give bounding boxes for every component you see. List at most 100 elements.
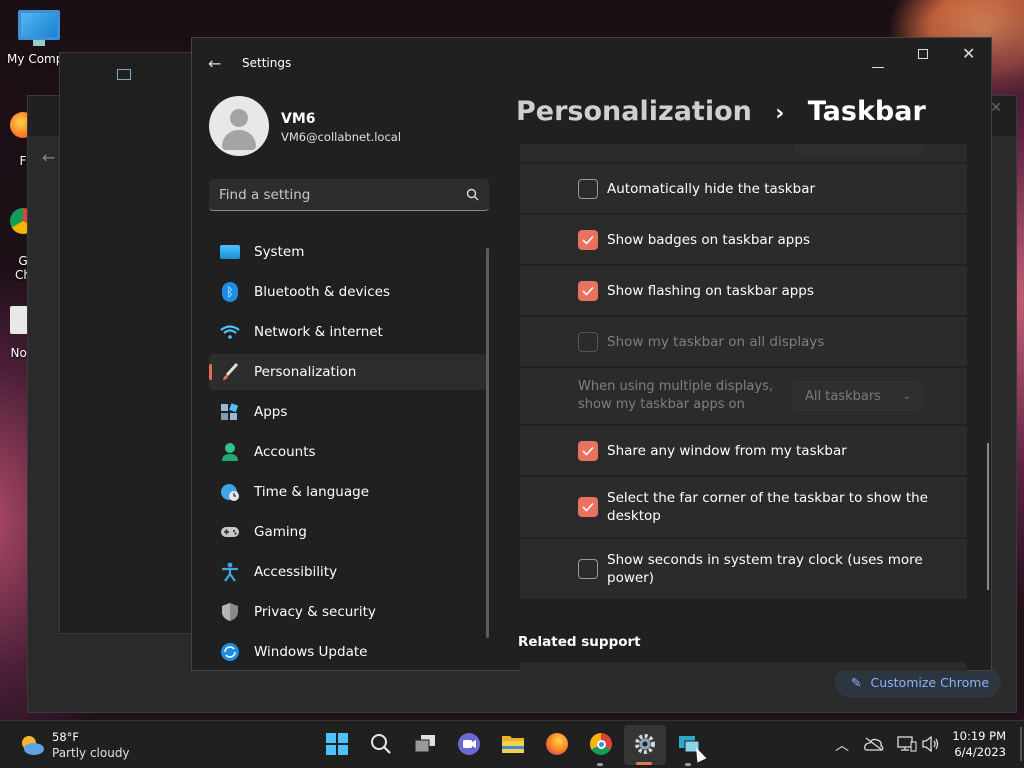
user-name: VM6	[281, 111, 316, 127]
account-icon	[219, 442, 241, 462]
breadcrumb: Personalization › Taskbar	[516, 96, 926, 127]
show-badges-checkbox[interactable]	[578, 229, 598, 250]
related-support-card[interactable]	[520, 662, 967, 671]
all-displays-checkbox[interactable]	[578, 331, 598, 352]
setting-label-line1: Show seconds in system tray clock (uses …	[607, 552, 923, 568]
show-desktop-button[interactable]	[1020, 727, 1022, 761]
sidebar-item-label: Time & language	[254, 484, 370, 500]
update-icon	[219, 642, 241, 662]
check-icon	[582, 286, 594, 296]
chrome-button[interactable]	[588, 731, 614, 757]
sidebar-item-network[interactable]: Network & internet	[209, 314, 489, 350]
clock-date: 6/4/2023	[954, 745, 1006, 759]
window-title: Settings	[242, 56, 292, 70]
task-view-icon	[414, 735, 435, 753]
setting-all-displays[interactable]: Show my taskbar on all displays	[520, 317, 967, 366]
content-scrollbar[interactable]	[987, 443, 989, 590]
sidebar-item-accounts[interactable]: Accounts	[209, 434, 489, 470]
sidebar-item-windows-update[interactable]: Windows Update	[209, 634, 489, 670]
setting-label-line2: desktop	[607, 508, 661, 524]
taskbar-apps-dropdown[interactable]: All taskbars ⌄	[793, 381, 923, 411]
gamepad-icon	[219, 522, 241, 542]
avatar[interactable]	[209, 96, 269, 156]
chat-icon	[458, 733, 480, 755]
mouse-cursor-icon	[691, 745, 707, 763]
background-window[interactable]	[59, 52, 199, 634]
setting-label-line1: Select the far corner of the taskbar to …	[607, 490, 928, 506]
clock[interactable]: 10:19 PM 6/4/2023	[950, 728, 1006, 760]
chevron-down-icon: ⌄	[902, 390, 911, 402]
search-input[interactable]: Find a setting	[209, 179, 489, 211]
search-button[interactable]	[368, 731, 394, 757]
setting-label: When using multiple displays, show my ta…	[578, 378, 773, 414]
setting-show-flashing[interactable]: Show flashing on taskbar apps	[520, 266, 967, 315]
auto-hide-checkbox[interactable]	[578, 178, 598, 199]
start-button[interactable]	[324, 731, 350, 757]
far-corner-checkbox[interactable]	[578, 497, 598, 517]
settings-button[interactable]	[632, 731, 658, 757]
show-flashing-checkbox[interactable]	[578, 280, 598, 301]
settings-window: ← Settings ✕ VM6 VM6@collabnet.local Fin…	[191, 37, 992, 671]
sidebar-scrollbar[interactable]	[486, 248, 489, 638]
setting-label: Select the far corner of the taskbar to …	[607, 489, 928, 525]
close-icon[interactable]: ✕	[990, 100, 1002, 116]
weather-widget[interactable]: 58°F Partly cloudy	[18, 729, 130, 761]
show-seconds-checkbox[interactable]	[578, 559, 598, 579]
volume-icon[interactable]	[922, 736, 940, 752]
search-placeholder: Find a setting	[219, 186, 311, 203]
sidebar-item-bluetooth[interactable]: ᛒ Bluetooth & devices	[209, 274, 489, 310]
sidebar-item-apps[interactable]: Apps	[209, 394, 489, 430]
weather-temp: 58°F	[52, 730, 79, 744]
maximize-button[interactable]	[918, 49, 928, 59]
apps-icon	[219, 402, 241, 422]
setting-share-window[interactable]: Share any window from my taskbar	[520, 426, 967, 475]
teams-chat-button[interactable]	[456, 731, 482, 757]
sidebar-item-personalization[interactable]: Personalization	[209, 354, 489, 390]
sidebar-item-label: Windows Update	[254, 644, 368, 660]
sidebar-item-time-language[interactable]: Time & language	[209, 474, 489, 510]
setting-label: Automatically hide the taskbar	[607, 180, 816, 197]
setting-label: Show seconds in system tray clock (uses …	[607, 551, 923, 587]
windows-logo-icon	[326, 733, 348, 755]
close-button[interactable]: ✕	[962, 44, 975, 63]
sidebar-item-gaming[interactable]: Gaming	[209, 514, 489, 550]
settings-running-indicator	[636, 762, 652, 765]
setting-show-badges[interactable]: Show badges on taskbar apps	[520, 215, 967, 264]
file-explorer-button[interactable]	[500, 731, 526, 757]
setting-show-seconds[interactable]: Show seconds in system tray clock (uses …	[520, 539, 967, 599]
share-window-checkbox[interactable]	[578, 440, 598, 461]
sidebar-item-label: Privacy & security	[254, 604, 376, 620]
minimize-button[interactable]	[872, 48, 884, 68]
chrome-icon	[590, 733, 612, 755]
setting-label: Show flashing on taskbar apps	[607, 282, 814, 299]
show-hidden-icons-button[interactable]: ︿	[835, 735, 849, 755]
sidebar-item-label: Apps	[254, 404, 288, 420]
setting-auto-hide[interactable]: Automatically hide the taskbar	[520, 164, 967, 213]
firefox-icon	[546, 733, 568, 755]
breadcrumb-parent[interactable]: Personalization	[516, 96, 752, 127]
setting-label: Show my taskbar on all displays	[607, 333, 825, 350]
back-button[interactable]: ←	[208, 54, 221, 73]
check-icon	[582, 502, 594, 512]
system-icon	[219, 242, 241, 262]
weather-desc: Partly cloudy	[52, 746, 130, 760]
sidebar-item-privacy-security[interactable]: Privacy & security	[209, 594, 489, 630]
back-arrow-icon[interactable]: ←	[42, 148, 55, 167]
sidebar-item-accessibility[interactable]: Accessibility	[209, 554, 489, 590]
task-view-button[interactable]	[412, 731, 438, 757]
page-title: Taskbar	[807, 96, 926, 127]
partly-cloudy-icon	[22, 736, 44, 755]
sidebar-item-label: Network & internet	[254, 324, 383, 340]
sidebar-item-system[interactable]: System	[209, 234, 489, 270]
related-support-heading: Related support	[518, 634, 641, 650]
monitor-icon	[18, 10, 60, 40]
setting-far-corner[interactable]: Select the far corner of the taskbar to …	[520, 477, 967, 537]
setting-label: Share any window from my taskbar	[607, 442, 847, 459]
setting-label: Show badges on taskbar apps	[607, 231, 810, 248]
breadcrumb-separator: ›	[775, 101, 785, 126]
shield-icon	[219, 602, 241, 622]
onedrive-offline-icon[interactable]	[864, 737, 884, 751]
firefox-button[interactable]	[544, 731, 570, 757]
sidebar-item-label: Bluetooth & devices	[254, 284, 391, 300]
network-icon[interactable]	[897, 736, 917, 752]
